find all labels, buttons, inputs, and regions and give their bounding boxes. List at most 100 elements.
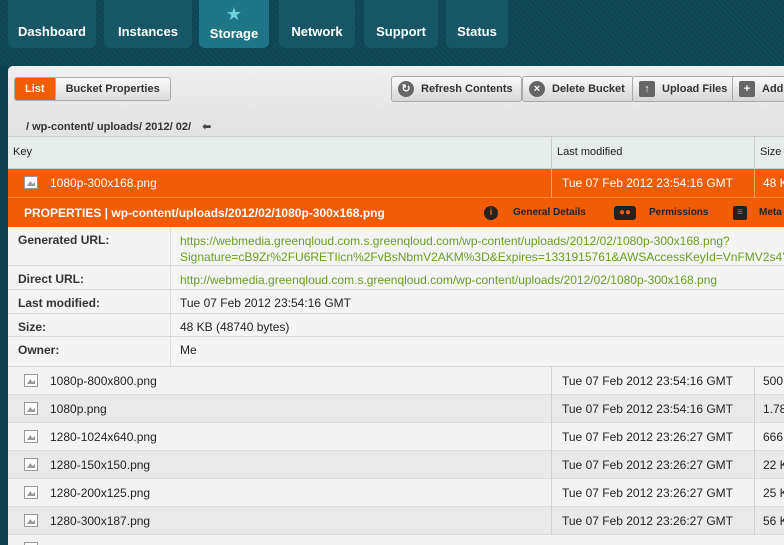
info-icon: i — [484, 206, 498, 220]
generated-url-line: https://webmedia.greenqloud.com.s.greenq… — [180, 234, 730, 248]
add-label: Add — [762, 83, 784, 95]
tab-general-details[interactable]: General Details — [513, 198, 586, 228]
file-modified: Tue 07 Feb 2012 23:54:16 GMT — [551, 395, 754, 423]
close-icon: × — [529, 81, 545, 97]
tab-support[interactable]: Support — [364, 0, 438, 48]
file-name: 1280-1024x640.png — [50, 430, 157, 444]
refresh-label: Refresh Contents — [421, 83, 513, 95]
top-navigation: Dashboard Instances ★ Storage Network Su… — [0, 0, 784, 66]
list-view-button[interactable]: List — [15, 78, 55, 100]
selected-table-row[interactable]: 1080p-300x168.png Tue 07 Feb 2012 23:54:… — [8, 169, 784, 197]
tab-dashboard[interactable]: Dashboard — [8, 0, 96, 48]
file-modified: Tue 07 Feb 2012 23:54:16 GMT — [551, 169, 754, 197]
tab-status[interactable]: Status — [446, 0, 508, 48]
last-modified-value: Tue 07 Feb 2012 23:54:16 GMT — [180, 296, 351, 310]
refresh-icon: ↻ — [398, 81, 414, 97]
column-divider — [170, 290, 171, 313]
file-modified: Tue 07 Feb 2012 23:54:16 GMT — [551, 367, 754, 395]
add-button[interactable]: + Add — [732, 76, 784, 102]
view-toggle: List Bucket Properties — [14, 77, 171, 101]
table-row[interactable]: 1280-300x187.png Tue 07 Feb 2012 23:26:2… — [8, 507, 784, 535]
file-size: 22 K — [754, 451, 784, 479]
column-size[interactable]: Size — [754, 137, 784, 168]
generated-url-label: Generated URL: — [18, 233, 110, 247]
file-name: 1280-200x125.png — [50, 486, 151, 500]
column-divider — [170, 314, 171, 336]
last-modified-row: Last modified: Tue 07 Feb 2012 23:54:16 … — [8, 290, 784, 314]
file-name: 1280-300x187.png — [50, 514, 151, 528]
delete-bucket-button[interactable]: × Delete Bucket — [522, 76, 634, 102]
file-modified: Tue 07 Feb 2012 23:26:27 GMT — [551, 479, 754, 507]
image-file-icon — [24, 458, 38, 471]
owner-row: Owner: Me — [8, 337, 784, 367]
image-file-icon — [24, 514, 38, 527]
owner-value: Me — [180, 343, 197, 357]
image-file-icon — [24, 176, 38, 189]
refresh-contents-button[interactable]: ↻ Refresh Contents — [391, 76, 522, 102]
generated-url-line: Signature=cB9Zr%2FU6RETIicn%2FvBsNbmV2AK… — [180, 250, 784, 264]
file-name: 1280-150x150.png — [50, 458, 151, 472]
file-size: 48 K — [754, 169, 784, 197]
storage-panel: List Bucket Properties ↻ Refresh Content… — [8, 66, 784, 545]
table-row[interactable]: 1280-200x125.png Tue 07 Feb 2012 23:26:2… — [8, 479, 784, 507]
tab-label: Storage — [209, 26, 259, 41]
star-icon: ★ — [225, 4, 243, 24]
users-icon: ●● — [614, 206, 636, 220]
file-size: 500 — [754, 367, 784, 395]
table-row[interactable]: 1080p.png Tue 07 Feb 2012 23:54:16 GMT 1… — [8, 395, 784, 423]
file-name: 1080p.png — [50, 402, 107, 416]
breadcrumb-path[interactable]: / wp-content/ uploads/ 2012/ 02/ — [26, 121, 191, 133]
table-row[interactable]: 1080p-800x800.png Tue 07 Feb 2012 23:54:… — [8, 367, 784, 395]
image-file-icon — [24, 402, 38, 415]
table-header: Key Last modified Size — [8, 136, 784, 169]
column-key[interactable]: Key — [8, 137, 551, 168]
last-modified-label: Last modified: — [18, 296, 101, 310]
tab-label: Instances — [118, 24, 178, 39]
plus-icon: + — [739, 81, 755, 97]
properties-bar: PROPERTIES | wp-content/uploads/2012/02/… — [8, 197, 784, 227]
back-arrow-icon[interactable]: ⬅ — [202, 121, 211, 133]
tab-label: Network — [291, 24, 343, 39]
file-name: 1080p-300x168.png — [50, 176, 157, 190]
document-icon: ≡ — [733, 206, 747, 220]
tab-instances[interactable]: Instances — [104, 0, 192, 48]
properties-details: Generated URL: https://webmedia.greenqlo… — [8, 227, 784, 367]
column-divider — [170, 337, 171, 366]
direct-url-label: Direct URL: — [18, 272, 85, 286]
column-divider — [170, 266, 171, 289]
upload-label: Upload Files — [662, 83, 728, 95]
upload-arrow-icon: ↑ — [639, 81, 655, 97]
tab-storage[interactable]: ★ Storage — [199, 0, 269, 48]
breadcrumb: / wp-content/ uploads/ 2012/ 02/ ⬅ — [26, 120, 211, 133]
column-divider — [170, 227, 171, 265]
table-row[interactable]: 1280-1024x640.png Tue 07 Feb 2012 23:26:… — [8, 423, 784, 451]
file-size: 1.78 — [754, 395, 784, 423]
image-file-icon — [24, 374, 38, 387]
tab-label: Status — [457, 24, 497, 39]
file-size: 25 K — [754, 479, 784, 507]
column-last-modified[interactable]: Last modified — [551, 137, 754, 168]
direct-url-link[interactable]: http://webmedia.greenqloud.com.s.greenql… — [180, 272, 717, 288]
tab-label: Dashboard — [18, 24, 86, 39]
file-size: 56 K — [754, 507, 784, 535]
bucket-properties-button[interactable]: Bucket Properties — [54, 78, 170, 100]
size-value: 48 KB (48740 bytes) — [180, 320, 290, 334]
generated-url-link[interactable]: https://webmedia.greenqloud.com.s.greenq… — [180, 233, 784, 265]
size-row: Size: 48 KB (48740 bytes) — [8, 314, 784, 337]
file-modified: Tue 07 Feb 2012 23:26:27 GMT — [551, 423, 754, 451]
file-modified: Tue 07 Feb 2012 23:26:27 GMT — [551, 451, 754, 479]
table-row[interactable]: 1280-150x150.png Tue 07 Feb 2012 23:26:2… — [8, 451, 784, 479]
tab-permissions[interactable]: Permissions — [649, 198, 708, 228]
upload-files-button[interactable]: ↑ Upload Files — [632, 76, 737, 102]
image-file-icon — [24, 486, 38, 499]
image-file-icon — [24, 430, 38, 443]
owner-label: Owner: — [18, 343, 60, 357]
size-label: Size: — [18, 320, 47, 334]
table-row[interactable] — [8, 535, 784, 545]
generated-url-row: Generated URL: https://webmedia.greenqlo… — [8, 227, 784, 266]
tab-meta[interactable]: Meta — [759, 198, 782, 228]
file-size: 666 — [754, 423, 784, 451]
toolbar: List Bucket Properties ↻ Refresh Content… — [8, 66, 784, 136]
properties-title: PROPERTIES | wp-content/uploads/2012/02/… — [24, 206, 385, 220]
tab-network[interactable]: Network — [279, 0, 355, 48]
